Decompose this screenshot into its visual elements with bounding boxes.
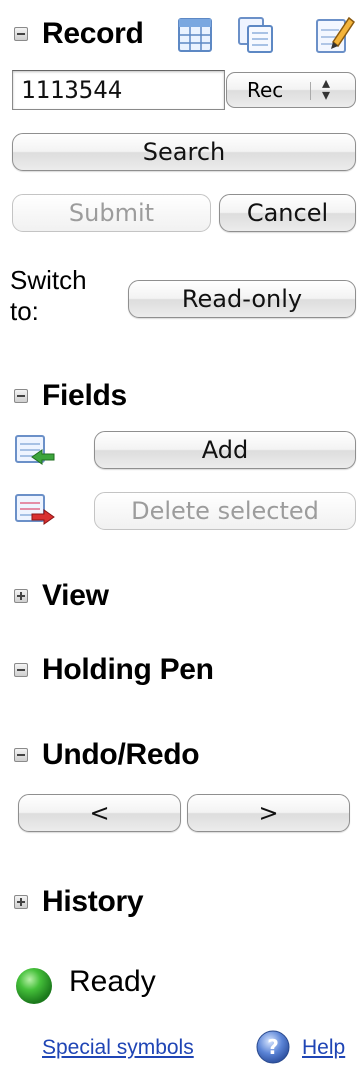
section-undo-redo: Undo/Redo — [14, 735, 200, 775]
collapse-undo-redo-icon[interactable] — [14, 748, 28, 762]
record-type-select-value: Rec — [247, 78, 284, 102]
add-field-icon[interactable] — [14, 433, 56, 469]
search-button[interactable]: Search — [12, 133, 356, 171]
svg-text:?: ? — [267, 1035, 279, 1059]
section-fields: Fields — [14, 376, 127, 416]
section-title-record: Record — [42, 17, 144, 50]
select-separator — [310, 82, 311, 100]
section-title-undo-redo: Undo/Redo — [42, 738, 200, 771]
redo-button[interactable]: > — [187, 794, 350, 832]
collapse-record-icon[interactable] — [14, 27, 28, 41]
help-icon[interactable]: ? — [255, 1029, 291, 1065]
undo-button[interactable]: < — [18, 794, 181, 832]
cancel-button[interactable]: Cancel — [219, 194, 356, 232]
record-id-input[interactable] — [12, 70, 225, 110]
special-symbols-link[interactable]: Special symbols — [42, 1036, 194, 1060]
copy-icon[interactable] — [236, 15, 276, 55]
section-title-fields: Fields — [42, 379, 127, 412]
add-field-button[interactable]: Add — [94, 431, 356, 469]
select-arrows-icon: ▴ ▾ — [322, 73, 331, 104]
edit-icon[interactable] — [313, 12, 355, 56]
section-title-holding-pen: Holding Pen — [42, 653, 214, 686]
switch-to-label: Switch to: — [10, 265, 87, 326]
expand-history-icon[interactable] — [14, 895, 28, 909]
status-light-icon — [16, 968, 52, 1004]
delete-field-icon[interactable] — [14, 492, 56, 528]
section-view: View — [14, 576, 109, 616]
section-title-view: View — [42, 579, 109, 612]
section-record: Record — [14, 14, 144, 54]
section-history: History — [14, 882, 144, 922]
read-only-button[interactable]: Read-only — [128, 280, 356, 318]
section-title-history: History — [42, 885, 144, 918]
collapse-fields-icon[interactable] — [14, 389, 28, 403]
status-text: Ready — [69, 965, 156, 998]
section-holding-pen: Holding Pen — [14, 650, 214, 690]
table-icon[interactable] — [176, 16, 216, 54]
submit-button[interactable]: Submit — [12, 194, 211, 232]
expand-view-icon[interactable] — [14, 589, 28, 603]
record-type-select[interactable]: Rec ▴ ▾ — [226, 72, 356, 108]
collapse-holding-pen-icon[interactable] — [14, 663, 28, 677]
delete-selected-button[interactable]: Delete selected — [94, 492, 356, 530]
help-link[interactable]: Help — [302, 1036, 345, 1060]
